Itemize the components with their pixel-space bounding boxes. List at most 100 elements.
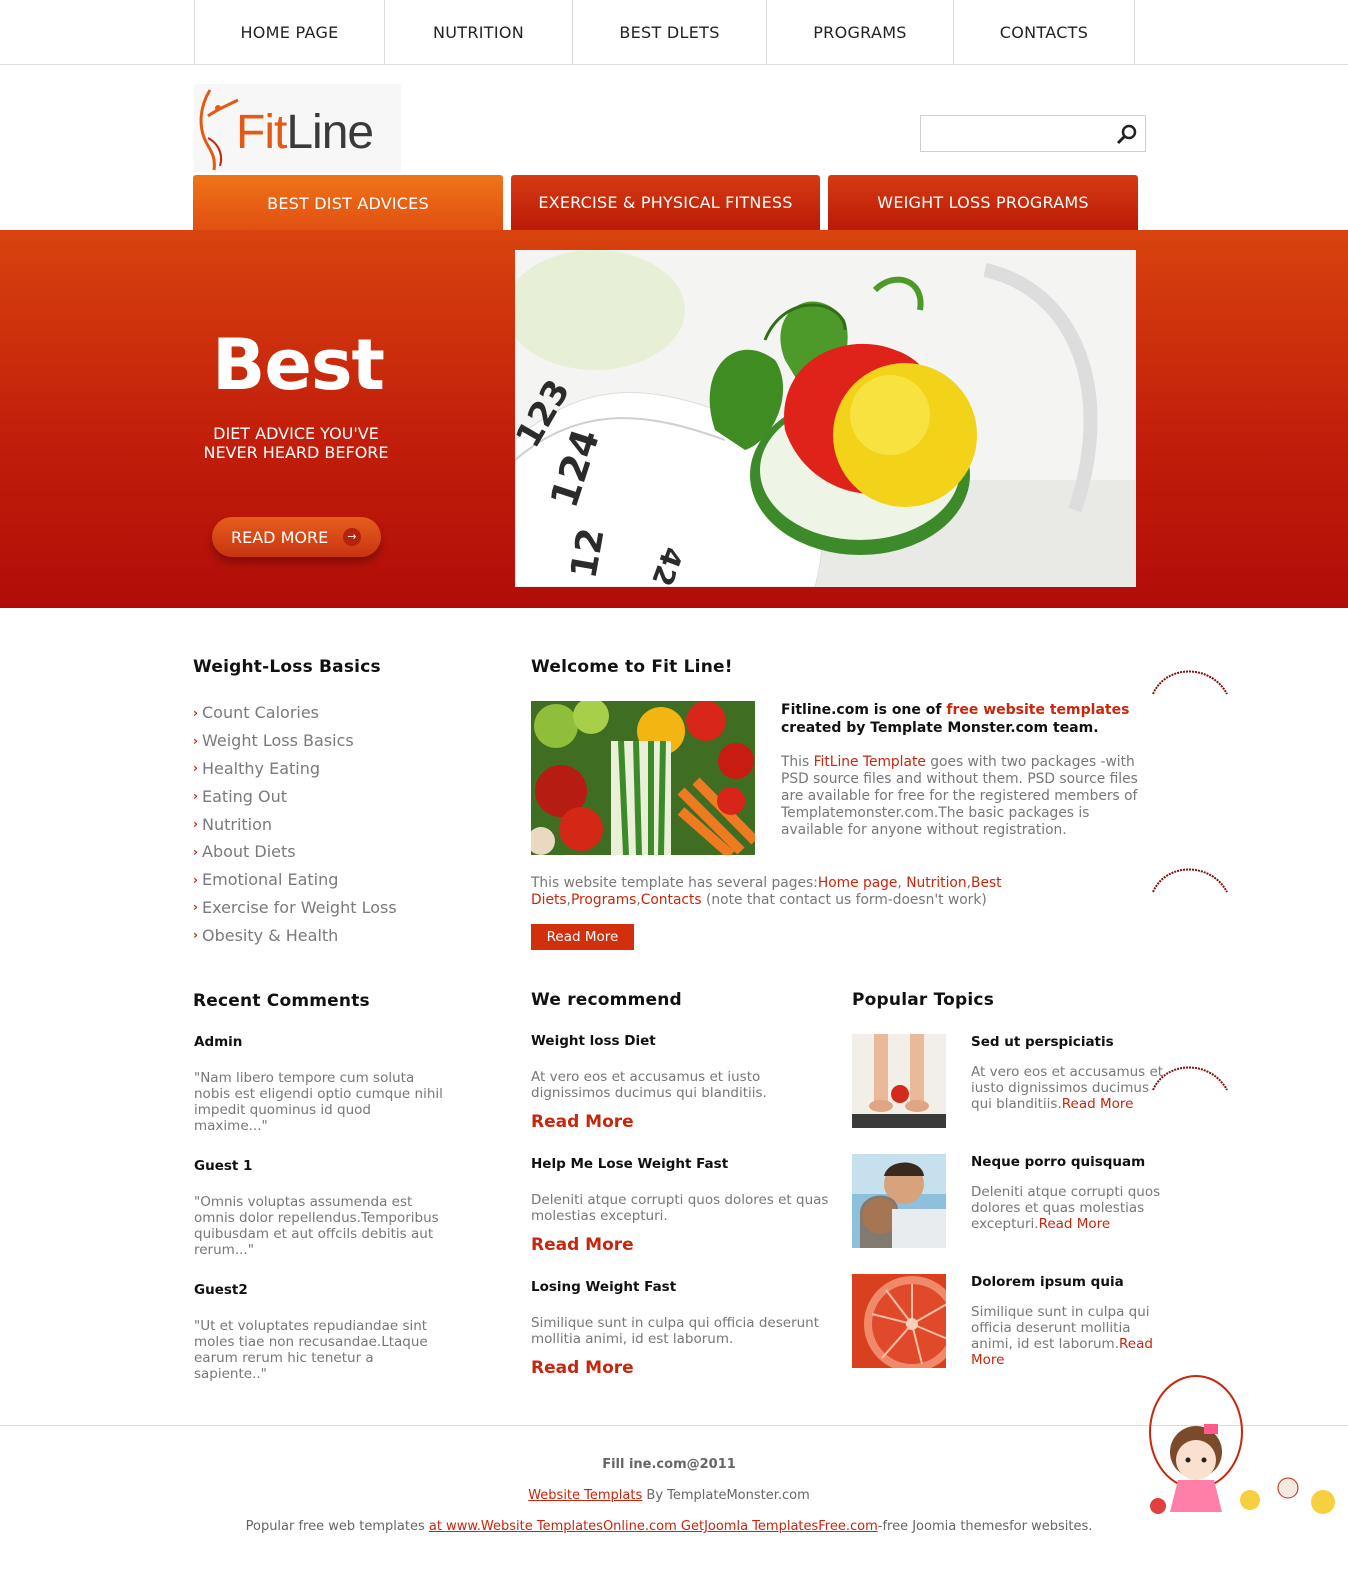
popular-read-more-link[interactable]: Read More [1039, 1216, 1111, 1232]
chevron-right-icon: › [193, 761, 198, 776]
vegetables-image [531, 701, 755, 855]
sidebar-item-label: About Diets [202, 842, 296, 862]
recommend-item-text: Similique sunt in culpa qui officia dese… [531, 1315, 820, 1347]
grapefruit-image [852, 1274, 946, 1368]
tab-weight-loss-programs[interactable]: WEIGHT LOSS PROGRAMS [828, 175, 1138, 230]
chevron-right-icon: › [193, 817, 198, 832]
welcome-lead-text-1: Fitline.com is one of [781, 702, 947, 718]
chevron-right-icon: › [193, 900, 198, 915]
search-icon[interactable] [1115, 122, 1139, 146]
logo-text: FitLine [236, 106, 374, 159]
chevron-right-icon: › [193, 789, 198, 804]
sidebar-item-eating-out[interactable]: › Eating Out [193, 782, 397, 810]
runner-swoosh-icon [199, 89, 239, 171]
popular-item-title[interactable]: Dolorem ipsum quia [971, 1274, 1124, 1290]
pages-link-home[interactable]: Home page [818, 875, 898, 891]
popular-item-title[interactable]: Sed ut perspiciatis [971, 1034, 1114, 1050]
nav-contacts[interactable]: CONTACTS [953, 0, 1135, 65]
welcome-pages: This website template has several pages:… [531, 875, 1002, 908]
site-logo[interactable]: FitLine [194, 84, 401, 172]
chevron-right-icon: › [193, 844, 198, 859]
popular-item-text: Deleniti atque corrupti quos dolores et … [971, 1184, 1171, 1232]
pages-link-programs[interactable]: Programs [571, 892, 636, 908]
recommend-title: We recommend [531, 990, 682, 1010]
logo-line: Line [286, 106, 374, 159]
sidebar-item-count-calories[interactable]: › Count Calories [193, 699, 397, 727]
comment-text: "Omnis voluptas assumenda est omnis dolo… [194, 1194, 439, 1258]
chevron-right-icon: › [193, 705, 198, 720]
website-templats-link[interactable]: Website Templats [528, 1488, 642, 1503]
sidebar-item-label: Nutrition [202, 814, 273, 834]
salad-measuring-tape-image: 123 124 12 42 [515, 250, 1136, 587]
welcome-pages-text-1: This website template has several pages: [531, 875, 818, 891]
fitline-template-link[interactable]: FitLine Template [814, 754, 926, 770]
recommend-read-more-link[interactable]: Read More [531, 1235, 634, 1255]
recommend-item-text: Deleniti atque corrupti quos dolores et … [531, 1192, 829, 1224]
welcome-read-more-button[interactable]: Read More [531, 924, 634, 950]
tab-best-dist-advices[interactable]: BEST DIST ADVICES [193, 175, 503, 231]
top-bar: HOME PAGE NUTRITION BEST DLETS PROGRAMS … [0, 0, 1348, 65]
hero-read-more-button[interactable]: READ MORE → [212, 517, 381, 557]
sidebar-item-label: Eating Out [202, 786, 288, 806]
sidebar-item-exercise[interactable]: › Exercise for Weight Loss [193, 894, 397, 922]
comments-title: Recent Comments [193, 991, 370, 1011]
recommend-read-more-link[interactable]: Read More [531, 1112, 634, 1132]
sidebar-title: Weight-Loss Basics [193, 657, 381, 677]
chevron-right-icon: › [193, 733, 198, 748]
sidebar-item-emotional-eating[interactable]: › Emotional Eating [193, 866, 397, 894]
hero-subtitle: DIET ADVICE YOU'VE NEVER HEARD BEFORE [203, 424, 389, 462]
chevron-right-icon: › [193, 872, 198, 887]
recommend-item-title[interactable]: Losing Weight Fast [531, 1279, 676, 1295]
footer-popular-text-1: Popular free web templates [245, 1519, 429, 1534]
comment-author: Admin [194, 1034, 243, 1050]
nav-home-page[interactable]: HOME PAGE [194, 0, 384, 65]
sidebar-item-label: Count Calories [202, 703, 320, 723]
arrow-right-icon: → [343, 528, 361, 546]
pages-link-contacts[interactable]: Contacts [641, 892, 702, 908]
popular-item-text: Similique sunt in culpa qui officia dese… [971, 1304, 1171, 1368]
recommend-item-text: At vero eos et accusamus et iusto dignis… [531, 1069, 767, 1101]
welcome-body-text-1: This [781, 754, 814, 770]
sidebar-item-about-diets[interactable]: › About Diets [193, 838, 397, 866]
hero-image: 123 124 12 42 [515, 250, 1136, 587]
decorative-arc-icon [1152, 670, 1228, 695]
sidebar-item-label: Emotional Eating [202, 870, 339, 890]
pages-link-nutrition[interactable]: Nutrition [906, 875, 966, 891]
recommend-item-title[interactable]: Weight loss Diet [531, 1033, 656, 1049]
nav-best-diets[interactable]: BEST DLETS [572, 0, 766, 65]
popular-item-title[interactable]: Neque porro quisquam [971, 1154, 1145, 1170]
popular-read-more-link[interactable]: Read More [1062, 1096, 1134, 1112]
sidebar-item-label: Healthy Eating [202, 758, 321, 778]
sidebar-item-weight-loss-basics[interactable]: › Weight Loss Basics [193, 727, 397, 755]
sidebar-item-obesity-health[interactable]: › Obesity & Health [193, 921, 397, 949]
nav-programs[interactable]: PROGRAMS [766, 0, 953, 65]
search-input[interactable] [925, 120, 1110, 147]
sidebar-item-label: Weight Loss Basics [202, 731, 354, 751]
comment-author: Guest2 [194, 1282, 248, 1298]
welcome-body: This FitLine Template goes with two pack… [781, 754, 1151, 839]
welcome-title: Welcome to Fit Line! [531, 657, 733, 677]
recommend-read-more-link[interactable]: Read More [531, 1358, 634, 1378]
decorative-arc-icon [1152, 868, 1228, 893]
recommend-item-title[interactable]: Help Me Lose Weight Fast [531, 1156, 728, 1172]
hero-banner: Best DIET ADVICE YOU'VE NEVER HEARD BEFO… [0, 230, 1348, 608]
smiling-couple-image [852, 1154, 946, 1248]
footer-popular-text-2: -free Joomia themesfor websites. [877, 1519, 1093, 1534]
popular-item-text: At vero eos et accusamus et iusto dignis… [971, 1064, 1171, 1112]
sidebar-item-healthy-eating[interactable]: › Healthy Eating [193, 755, 397, 783]
jump-rope-girl-mascot-icon [1149, 1375, 1335, 1514]
sidebar-item-nutrition[interactable]: › Nutrition [193, 810, 397, 838]
scale-feet-image [852, 1034, 946, 1128]
free-templates-link[interactable]: free website templates [946, 702, 1129, 718]
comment-author: Guest 1 [194, 1158, 253, 1174]
top-nav: HOME PAGE NUTRITION BEST DLETS PROGRAMS … [194, 0, 1135, 65]
sidebar-item-label: Obesity & Health [202, 925, 339, 945]
nav-nutrition[interactable]: NUTRITION [384, 0, 572, 65]
welcome-lead-text-2: created by Template Monster.com team. [781, 720, 1099, 736]
tape-number-12: 12 [563, 525, 612, 581]
welcome-lead: Fitline.com is one of free website templ… [781, 701, 1141, 737]
templates-online-link[interactable]: at www.Website TemplatesOnline.com GetJo… [429, 1519, 878, 1534]
search-box [920, 115, 1146, 152]
hero-read-more-label: READ MORE [231, 527, 329, 547]
tab-exercise-fitness[interactable]: EXERCISE & PHYSICAL FITNESS [511, 175, 820, 230]
